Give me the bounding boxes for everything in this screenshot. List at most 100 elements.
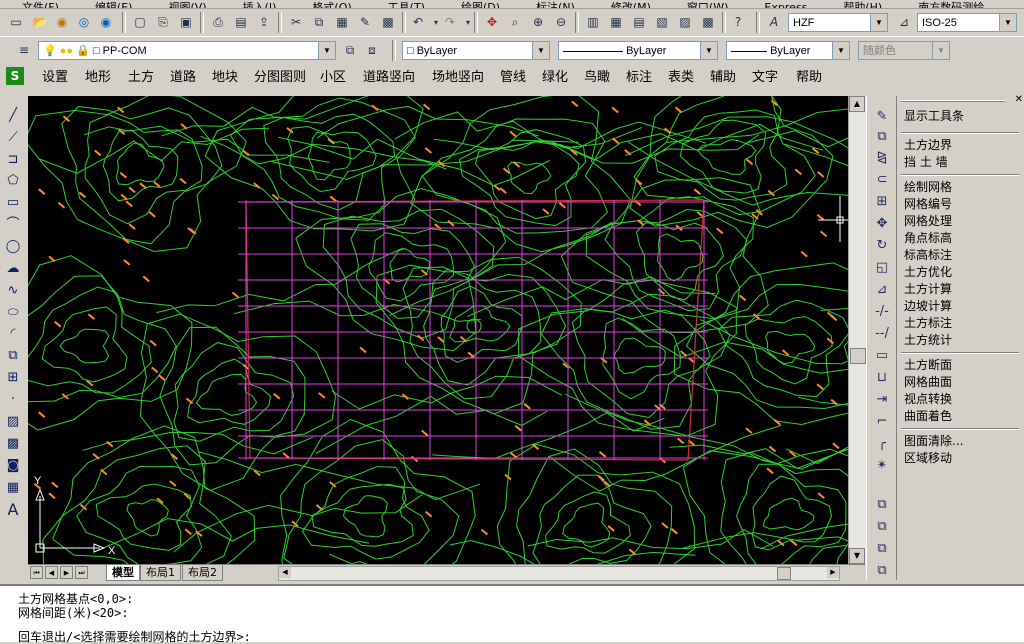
copy-object-icon[interactable]: ⧉ (872, 128, 892, 146)
cut-icon[interactable]: ✂ (286, 12, 306, 32)
menu-7[interactable]: 小区 (320, 68, 346, 88)
panel-command[interactable]: 土方计算 (904, 281, 952, 297)
arc-icon[interactable]: ⌒ (4, 217, 22, 233)
menu-8[interactable]: 道路竖向 (363, 68, 415, 88)
polyline-icon[interactable]: ⊐ (4, 152, 22, 168)
break-at-point-icon[interactable]: ⇥ (872, 391, 892, 409)
explode-icon[interactable]: ✴ (872, 457, 892, 475)
paste-icon[interactable]: ▦ (332, 12, 352, 32)
pan-icon[interactable]: ✥ (482, 12, 502, 32)
zoom-previous-icon[interactable]: ⊖ (551, 12, 571, 32)
make-current-layer-icon[interactable]: ⧉ (340, 40, 360, 60)
menu-3[interactable]: 土方 (128, 68, 154, 88)
menu-17[interactable]: 帮助 (796, 68, 822, 88)
draworder-front-icon[interactable]: ⧉ (872, 496, 892, 514)
polygon-icon[interactable]: ⬠ (4, 173, 22, 189)
linetype-select[interactable]: ByLayer ▼ (558, 41, 718, 60)
make-block-icon[interactable]: ⊞ (4, 370, 22, 386)
tab-layout2[interactable]: 布局2 (182, 565, 223, 581)
tab-layout1[interactable]: 布局1 (140, 565, 181, 581)
hatch-icon[interactable]: ▨ (4, 414, 22, 430)
panel-command[interactable]: 土方断面 (904, 357, 952, 373)
help-icon[interactable]: ? (728, 12, 748, 32)
panel-command[interactable]: 标高标注 (904, 247, 952, 263)
scroll-thumb[interactable] (850, 348, 866, 364)
markup-icon[interactable]: ▨ (675, 12, 695, 32)
draworder-above-icon[interactable]: ⧉ (872, 540, 892, 558)
dim-style-select[interactable]: ISO-25 ▼ (917, 13, 1017, 32)
block-icon[interactable]: ▩ (378, 12, 398, 32)
line-icon[interactable]: ╱ (4, 108, 22, 124)
layer-manager-icon[interactable]: ≡ (14, 40, 34, 60)
menu-16[interactable]: 文字 (752, 68, 778, 88)
calculator-icon[interactable]: ▩ (698, 12, 718, 32)
circle-icon[interactable]: ◯ (4, 239, 22, 255)
scroll-up-icon[interactable]: ▲ (849, 96, 865, 112)
menu-4[interactable]: 道路 (170, 68, 196, 88)
horizontal-scrollbar[interactable]: ◀ ▶ (278, 566, 840, 581)
break-icon[interactable]: ▭ (872, 347, 892, 365)
spline-icon[interactable]: ∿ (4, 283, 22, 299)
ellipse-icon[interactable]: ⬭ (4, 305, 22, 321)
text-style-icon[interactable]: A (764, 12, 784, 32)
drawing-canvas[interactable]: Y X (28, 96, 848, 564)
panel-command[interactable]: 边坡计算 (904, 298, 952, 314)
properties-icon[interactable]: ▥ (583, 12, 603, 32)
last-tab-icon[interactable]: ⏭ (75, 566, 88, 579)
scroll-left-icon[interactable]: ◀ (279, 567, 291, 578)
new-file-icon[interactable]: ▢ (130, 12, 150, 32)
rotate-icon[interactable]: ↻ (872, 237, 892, 255)
redo-icon[interactable]: ↷ (440, 12, 460, 32)
sheet-set-icon[interactable]: ▧ (652, 12, 672, 32)
close-icon[interactable]: ✕ (1015, 94, 1023, 105)
menu-6[interactable]: 分图图则 (254, 68, 306, 88)
first-tab-icon[interactable]: ⏮ (30, 566, 43, 579)
scroll-down-icon[interactable]: ▼ (849, 548, 865, 564)
panel-command[interactable]: 网格曲面 (904, 374, 952, 390)
table-icon[interactable]: ▦ (4, 480, 22, 496)
panel-command[interactable]: 角点标高 (904, 230, 952, 246)
stretch-icon[interactable]: ⊿ (872, 281, 892, 299)
prev-tab-icon[interactable]: ◀ (45, 566, 58, 579)
dim-style-icon[interactable]: ⊿ (894, 12, 914, 32)
zoom-window-icon[interactable]: ⊕ (528, 12, 548, 32)
menu-11[interactable]: 绿化 (542, 68, 568, 88)
panel-command[interactable]: 视点转换 (904, 391, 952, 407)
open-icon[interactable]: 📂 (30, 12, 50, 32)
text-style-select[interactable]: HZF ▼ (788, 13, 888, 32)
revision-cloud-icon[interactable]: ☁ (4, 261, 22, 277)
panel-command[interactable]: 绘制网格 (904, 179, 952, 195)
join-icon[interactable]: ⊔ (872, 369, 892, 387)
draworder-under-icon[interactable]: ⧉ (872, 562, 892, 580)
preview-icon[interactable]: ▤ (231, 12, 251, 32)
next-tab-icon[interactable]: ▶ (60, 566, 73, 579)
layer-previous-icon[interactable]: ⧈ (362, 40, 382, 60)
scale-icon[interactable]: ◱ (872, 259, 892, 277)
panel-command[interactable]: 挡 土 墙 (904, 154, 948, 170)
plotstyle-select[interactable]: 随颜色 ▼ (858, 41, 950, 60)
multiline-text-icon[interactable]: A (4, 502, 22, 518)
rectangle-icon[interactable]: ▭ (4, 195, 22, 211)
panel-command[interactable]: 区域移动 (904, 450, 952, 466)
panel-command[interactable]: 土方边界 (904, 137, 952, 153)
undo-icon[interactable]: ↶ (408, 12, 428, 32)
menu-15[interactable]: 辅助 (710, 68, 736, 88)
gradient-icon[interactable]: ▩ (4, 436, 22, 452)
menu-2[interactable]: 地形 (85, 68, 111, 88)
panel-command[interactable]: 显示工具条 (904, 108, 964, 124)
fillet-icon[interactable]: ╭ (872, 435, 892, 453)
tool-palettes-icon[interactable]: ▤ (629, 12, 649, 32)
panel-command[interactable]: 土方标注 (904, 315, 952, 331)
vertical-scrollbar[interactable]: ▲ ▼ (848, 96, 866, 564)
zoom-realtime-icon[interactable]: ⌕ (505, 12, 525, 32)
erase-icon[interactable]: ✎ (872, 108, 892, 126)
hscroll-thumb[interactable] (777, 567, 791, 580)
chamfer-icon[interactable]: ⌐ (872, 413, 892, 431)
lineweight-select[interactable]: ByLayer ▼ (726, 41, 850, 60)
move-icon[interactable]: ✥ (872, 215, 892, 233)
insert-block-icon[interactable]: ⧉ (4, 348, 22, 364)
plot-icon[interactable]: ⎙ (208, 12, 228, 32)
menu-14[interactable]: 表类 (668, 68, 694, 88)
menu-1[interactable]: 设置 (42, 68, 68, 88)
globe-icon[interactable]: ◉ (52, 12, 72, 32)
